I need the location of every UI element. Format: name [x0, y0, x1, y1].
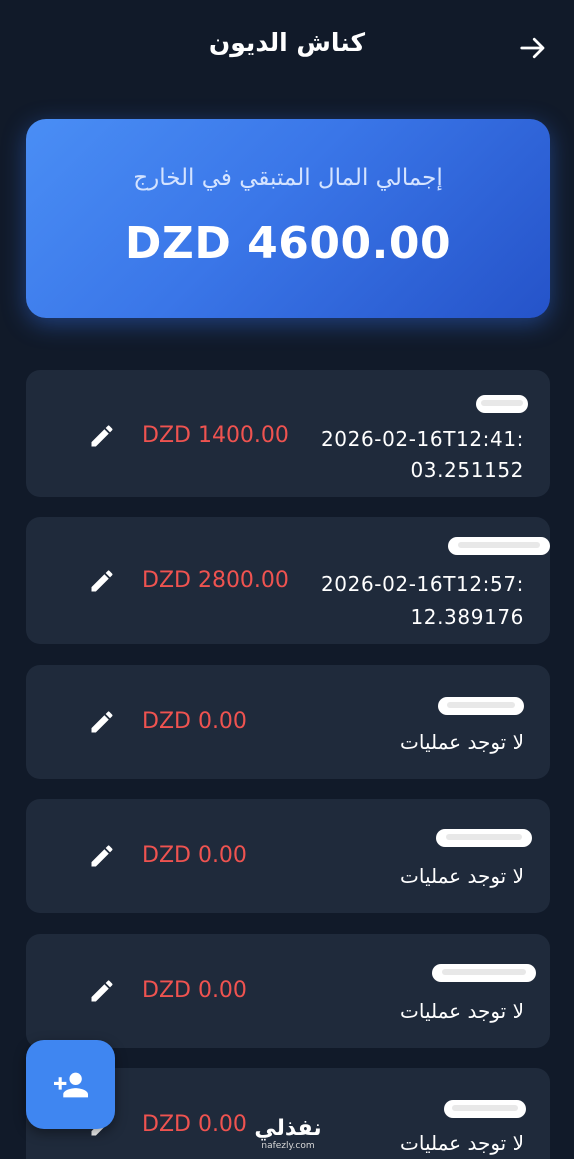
page-title: كناش الديون [208, 28, 366, 57]
debt-book-screen: كناش الديون إجمالي المال المتبقي في الخا… [0, 0, 574, 1159]
no-transactions-label: لا توجد عمليات [400, 730, 524, 754]
debt-amount: DZD 0.00 [142, 709, 247, 734]
pencil-icon [91, 425, 113, 447]
arrow-right-icon [520, 37, 545, 59]
redacted-name [438, 697, 524, 715]
redacted-name [444, 1100, 526, 1118]
debtor-card[interactable]: 2026-02-16T12:57: 12.389176 DZD 2800.00 [26, 517, 550, 644]
last-transaction-date: 2026-02-16T12:41: [320, 427, 524, 451]
back-button[interactable] [518, 33, 548, 63]
debt-amount: DZD 0.00 [142, 843, 247, 868]
debt-amount: DZD 0.00 [142, 1112, 247, 1137]
redacted-name [476, 395, 528, 413]
no-transactions-label: لا توجد عمليات [400, 999, 524, 1023]
redacted-name [432, 964, 536, 982]
pencil-icon [91, 711, 113, 733]
last-transaction-date-cont: 03.251152 [410, 458, 524, 482]
debtor-card[interactable]: لا توجد عمليات DZD 0.00 [26, 799, 550, 913]
redacted-name [448, 537, 550, 555]
edit-button[interactable] [88, 708, 116, 736]
watermark-text: نفذلي [254, 1116, 322, 1141]
pencil-icon [91, 570, 113, 592]
app-header: كناش الديون [0, 0, 574, 92]
debtor-card[interactable]: لا توجد عمليات DZD 0.00 [26, 665, 550, 779]
pencil-icon [91, 845, 113, 867]
edit-button[interactable] [88, 567, 116, 595]
no-transactions-label: لا توجد عمليات [400, 1131, 524, 1155]
debt-amount: DZD 2800.00 [142, 568, 289, 593]
no-transactions-label: لا توجد عمليات [400, 864, 524, 888]
person-add-icon [54, 1072, 88, 1098]
watermark-url: nafezly.com [261, 1141, 315, 1151]
pencil-icon [91, 980, 113, 1002]
add-debtor-button[interactable] [26, 1040, 115, 1129]
last-transaction-date-cont: 12.389176 [410, 605, 524, 629]
edit-button[interactable] [88, 977, 116, 1005]
debtor-card[interactable]: 2026-02-16T12:41: 03.251152 DZD 1400.00 [26, 370, 550, 497]
redacted-name [436, 829, 532, 847]
total-outstanding-label: إجمالي المال المتبقي في الخارج [133, 165, 443, 191]
debt-amount: DZD 0.00 [142, 978, 247, 1003]
total-outstanding-card: إجمالي المال المتبقي في الخارج DZD 4600.… [26, 119, 550, 318]
total-outstanding-amount: DZD 4600.00 [124, 218, 452, 269]
last-transaction-date: 2026-02-16T12:57: [320, 572, 524, 596]
debt-amount: DZD 1400.00 [142, 423, 289, 448]
debtor-card[interactable]: لا توجد عمليات DZD 0.00 [26, 934, 550, 1048]
edit-button[interactable] [88, 842, 116, 870]
edit-button[interactable] [88, 422, 116, 450]
watermark: نفذلي nafezly.com [252, 1118, 324, 1158]
